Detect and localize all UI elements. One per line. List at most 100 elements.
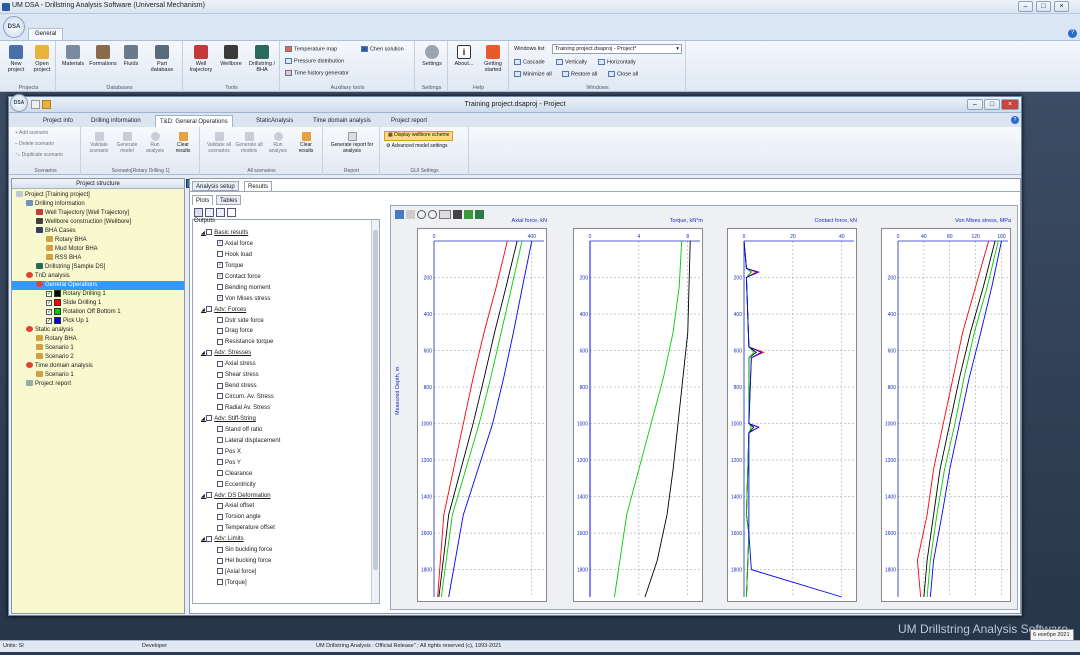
output-item[interactable]: Resistance torque bbox=[201, 337, 371, 348]
output-group[interactable]: ◢ Adv: Stresses bbox=[201, 348, 371, 359]
fluids-button[interactable]: Fluids bbox=[119, 45, 143, 67]
tab-analysis-setup[interactable]: Analysis setup bbox=[192, 181, 239, 191]
tree-node[interactable]: Drilling information bbox=[12, 200, 184, 209]
collapse-all-icon[interactable] bbox=[204, 208, 214, 217]
new-project-button[interactable]: New project bbox=[4, 45, 28, 73]
validate-scenario-button[interactable]: Validate scenario bbox=[86, 132, 112, 154]
chen-solution-button[interactable]: Chen solution bbox=[361, 46, 404, 52]
checkbox[interactable]: ✓ bbox=[46, 308, 52, 315]
tree-node[interactable]: Project [Training project] bbox=[12, 191, 184, 200]
output-item[interactable]: Dstr side force bbox=[201, 316, 371, 327]
tree-node[interactable]: General Operations bbox=[12, 281, 184, 290]
maximize-button[interactable]: □ bbox=[1036, 1, 1051, 12]
checkbox[interactable] bbox=[217, 524, 223, 531]
checkbox[interactable]: ✓ bbox=[217, 273, 223, 280]
pressure-distribution-button[interactable]: Pressure distribution bbox=[285, 58, 344, 64]
formations-button[interactable]: Formations bbox=[88, 45, 118, 67]
layout-icon[interactable] bbox=[405, 210, 415, 219]
checkbox[interactable] bbox=[217, 251, 223, 258]
checkbox[interactable] bbox=[217, 513, 223, 520]
output-group[interactable]: ◢ Adv: DS Deformation bbox=[201, 491, 371, 502]
list-icon[interactable] bbox=[215, 208, 225, 217]
tree-node[interactable]: Rotary BHA bbox=[12, 236, 184, 245]
tab-results[interactable]: Results bbox=[244, 181, 273, 191]
tree-node[interactable]: ✓ Pick Up 1 bbox=[12, 317, 184, 326]
minimize-button[interactable]: – bbox=[1018, 1, 1033, 12]
well-trajectory-button[interactable]: Well trajectory bbox=[186, 45, 216, 73]
output-item[interactable]: Lateral displacement bbox=[201, 436, 371, 447]
output-item[interactable]: Circum. Av. Stress bbox=[201, 392, 371, 403]
expand-all-icon[interactable] bbox=[194, 208, 203, 217]
output-group[interactable]: ◢ Adv: Limits bbox=[201, 534, 371, 545]
output-group[interactable]: ◢ Adv: Stiff-String bbox=[201, 414, 371, 425]
checkbox[interactable] bbox=[217, 546, 223, 553]
output-item[interactable]: Torsion angle bbox=[201, 512, 371, 523]
checkbox[interactable] bbox=[217, 437, 223, 444]
output-item[interactable]: Bending moment bbox=[201, 283, 371, 294]
tree-node[interactable]: Mud Motor BHA bbox=[12, 245, 184, 254]
tree-node[interactable]: Project report bbox=[12, 380, 184, 389]
checkbox[interactable] bbox=[217, 360, 223, 367]
wellbore-button[interactable]: Wellbore bbox=[217, 45, 245, 67]
drillstring-bha-button[interactable]: Drillstring / BHA bbox=[246, 45, 278, 73]
output-item[interactable]: Bend stress bbox=[201, 381, 371, 392]
tab-project-info[interactable]: Project info bbox=[39, 115, 77, 127]
add-scenario-button[interactable]: + Add scenario bbox=[15, 130, 48, 137]
checkbox[interactable] bbox=[217, 338, 223, 345]
output-item[interactable]: Drag force bbox=[201, 326, 371, 337]
generate-all-models-button[interactable]: Generate all models bbox=[235, 132, 263, 154]
time-history-generator-button[interactable]: Time history generator bbox=[285, 70, 349, 76]
tree-node[interactable]: RSS BHA bbox=[12, 254, 184, 263]
delete-scenario-button[interactable]: – Delete scenario bbox=[15, 141, 54, 148]
project-restore-button[interactable]: □ bbox=[984, 99, 1000, 110]
project-help-icon[interactable]: ? bbox=[1011, 116, 1019, 124]
generate-report-button[interactable]: Generate report for analysis bbox=[326, 132, 378, 154]
tree-node[interactable]: TnD analysis bbox=[12, 272, 184, 281]
checkbox[interactable] bbox=[217, 371, 223, 378]
checkbox[interactable] bbox=[217, 459, 223, 466]
restore-all-button[interactable]: Restore all bbox=[562, 71, 597, 77]
clear-all-results-button[interactable]: Clear results bbox=[293, 132, 319, 154]
display-wellbore-scheme-toggle[interactable]: ▦ Display wellbore scheme bbox=[384, 131, 454, 141]
checkbox[interactable] bbox=[217, 284, 223, 291]
run-all-analysis-button[interactable]: Run analysis bbox=[265, 132, 291, 154]
tab-td-general-operations[interactable]: T&D: General Operations bbox=[155, 115, 233, 127]
output-item[interactable]: [Axial force] bbox=[201, 567, 371, 578]
output-item[interactable]: Shear stress bbox=[201, 370, 371, 381]
output-item[interactable]: Radial Av. Stress bbox=[201, 403, 371, 414]
part-database-button[interactable]: Part database bbox=[145, 45, 179, 73]
tree-node[interactable]: Scenario 2 bbox=[12, 353, 184, 362]
output-item[interactable]: Clearance bbox=[201, 469, 371, 480]
tree-node[interactable]: ✓ Rotary Drilling 1 bbox=[12, 290, 184, 299]
output-item[interactable]: ✓ Axial force bbox=[201, 239, 371, 250]
output-item[interactable]: Axial stress bbox=[201, 359, 371, 370]
output-item[interactable]: Stand off ratio bbox=[201, 425, 371, 436]
tree-node[interactable]: Rotary BHA bbox=[12, 335, 184, 344]
tab-drilling-information[interactable]: Drilling information bbox=[87, 115, 145, 127]
checkbox[interactable] bbox=[206, 415, 213, 422]
select-icon[interactable] bbox=[395, 210, 404, 219]
tree-node[interactable]: Well Trajectory [Well Trajectory] bbox=[12, 209, 184, 218]
output-item[interactable]: Sin buckling force bbox=[201, 545, 371, 556]
scrollbar-thumb[interactable] bbox=[373, 230, 378, 570]
tab-project-report[interactable]: Project report bbox=[387, 115, 431, 127]
checkbox[interactable]: ✓ bbox=[217, 295, 223, 302]
output-item[interactable]: [Torque] bbox=[201, 578, 371, 589]
checkbox[interactable] bbox=[206, 229, 213, 236]
close-all-button[interactable]: Close all bbox=[608, 71, 638, 77]
tab-static-analysis[interactable]: StaticAnalysis bbox=[252, 115, 297, 127]
tree-node[interactable]: Scenario 1 bbox=[12, 344, 184, 353]
vertically-button[interactable]: Vertically bbox=[556, 59, 587, 65]
cascade-button[interactable]: Cascade bbox=[514, 59, 545, 65]
tree-node[interactable]: Drillstring [Sample DS] bbox=[12, 263, 184, 272]
about-button[interactable]: i About... bbox=[451, 45, 477, 67]
getting-started-button[interactable]: Getting started bbox=[479, 45, 507, 73]
generate-model-button[interactable]: Generate model bbox=[114, 132, 140, 154]
tree-node[interactable]: Scenario 1 bbox=[12, 371, 184, 380]
tab-plots[interactable]: Plots bbox=[192, 195, 214, 205]
output-group[interactable]: ◢ Adv: Forces bbox=[201, 305, 371, 316]
horizontally-button[interactable]: Horizontally bbox=[598, 59, 636, 65]
output-item[interactable]: Temperature offset bbox=[201, 523, 371, 534]
checkbox[interactable] bbox=[217, 316, 223, 323]
tree-node[interactable]: Static analysis bbox=[12, 326, 184, 335]
